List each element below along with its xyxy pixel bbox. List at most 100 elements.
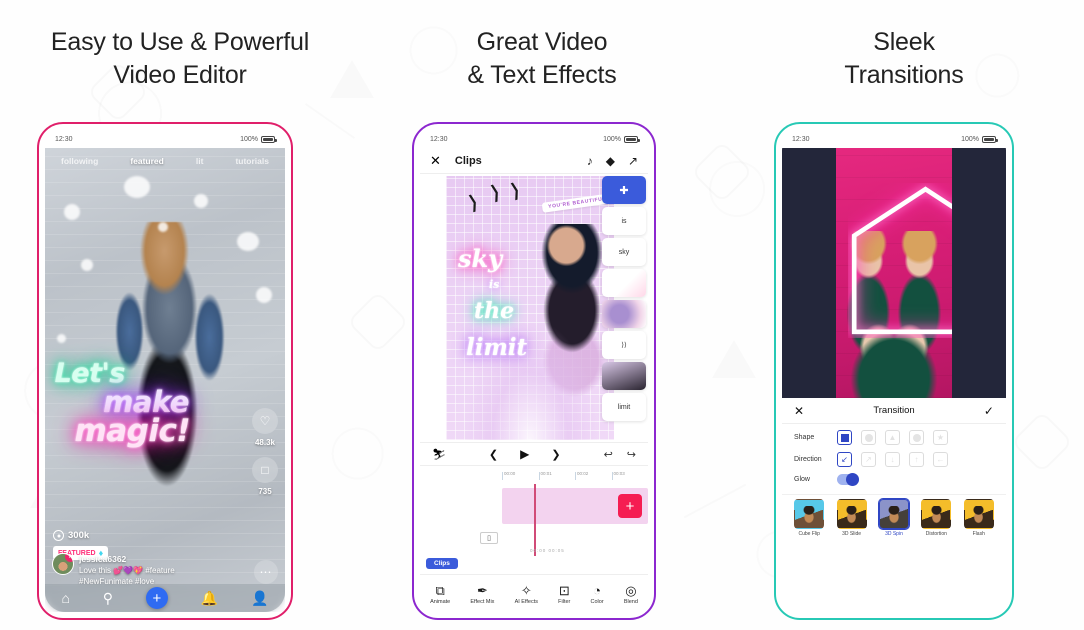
verified-star-icon: ★ [65, 553, 73, 562]
transition-settings-panel: ✕ Transition ✓ Shape ▲ ★ Direction ↙ ↗ ↓… [782, 398, 1006, 612]
glow-toggle[interactable] [837, 473, 859, 486]
feed-video-view[interactable]: following featured lit tutorials Let's m… [45, 148, 285, 612]
snow-particle [157, 222, 168, 233]
create-plus-button[interactable]: + [145, 587, 168, 609]
close-icon[interactable]: ✕ [794, 404, 804, 418]
home-icon[interactable]: ⌂ [61, 591, 69, 605]
layer-panel: ✚ is sky ⟩⟩ limit [602, 176, 646, 421]
add-clip-button[interactable]: + [618, 494, 642, 518]
ellipsis-icon[interactable]: ⋯ [254, 560, 278, 584]
fullscreen-icon[interactable]: ⛷ [432, 448, 446, 461]
like-count: 48.3k [254, 437, 276, 447]
music-note-icon[interactable]: ♪ [587, 154, 593, 168]
canvas-text-the[interactable]: the [474, 298, 514, 324]
preset-cube-flip[interactable]: Cube Flip [791, 499, 827, 537]
tool-animate[interactable]: ⧉ Animate [430, 584, 450, 605]
close-icon[interactable]: ✕ [430, 153, 441, 169]
tool-color[interactable]: ◔ Color [591, 584, 604, 605]
preset-label: 3D Spin [885, 531, 903, 537]
playhead[interactable] [534, 484, 536, 556]
profile-icon[interactable]: 👤 [251, 591, 268, 605]
preset-distortion[interactable]: Distortion [918, 499, 954, 537]
checkmark-icon[interactable]: ✓ [984, 404, 994, 418]
shape-dot-option[interactable] [909, 430, 924, 445]
editor-toolbar: ⧉ Animate ✒ Effect Mix ✧ AI Effects ⊡ Fi… [420, 574, 648, 612]
shape-star-option[interactable]: ★ [933, 430, 948, 445]
canvas-text-limit[interactable]: limit [466, 334, 527, 361]
timeline-ruler: 00:00 00:01 00:02 00:03 [502, 471, 648, 484]
layer-item[interactable] [602, 362, 646, 390]
layers-icon[interactable]: ◆ [606, 154, 615, 168]
editor-title: Clips [454, 154, 482, 167]
layer-item[interactable]: sky [602, 238, 646, 266]
status-bar-1: 12:30 100% [45, 130, 285, 148]
tab-tutorials[interactable]: tutorials [235, 156, 269, 166]
redo-icon[interactable]: ↪ [627, 448, 636, 461]
comment-block[interactable]: ★ jessica6362 Love this 💕💜💖 #feature #Ne… [52, 552, 245, 589]
tool-filter[interactable]: ⊡ Filter [558, 584, 570, 605]
comment-count: 735 [258, 486, 272, 496]
layer-item[interactable]: ⟩⟩ [602, 331, 646, 359]
direction-up-right-option[interactable]: ↗ [861, 452, 876, 467]
shape-circle-option[interactable] [861, 430, 876, 445]
preset-thumbnail [963, 499, 994, 529]
glow-label: Glow [794, 476, 810, 483]
export-icon[interactable]: ↗ [628, 154, 638, 168]
comment-username[interactable]: jessica6362 [79, 553, 175, 565]
tab-lit[interactable]: lit [196, 156, 204, 166]
timeline[interactable]: 00:00 00:01 00:02 00:03 + ▯ 00:00 00:05 … [420, 466, 648, 574]
bell-icon[interactable]: 🔔 [201, 591, 218, 605]
comment-text-group: jessica6362 Love this 💕💜💖 #feature #NewF… [79, 553, 175, 589]
tool-ai-effects[interactable]: ✧ AI Effects [515, 584, 538, 605]
transition-preview[interactable] [782, 148, 1006, 398]
next-icon[interactable]: ❯ [551, 448, 560, 461]
edit-canvas[interactable]: ⟩ ⟩ ⟩ YOU'RE BEAUTIFUL sky is the limit [446, 176, 614, 440]
tab-featured[interactable]: featured [130, 156, 164, 166]
direction-left-option[interactable]: ← [933, 452, 948, 467]
preset-thumbnail [878, 499, 909, 529]
preset-3d-spin[interactable]: 3D Spin [876, 499, 912, 537]
shape-triangle-option[interactable]: ▲ [885, 430, 900, 445]
comment-button[interactable]: □ [252, 456, 278, 483]
layer-item[interactable]: limit [602, 393, 646, 421]
status-right: 100% [961, 135, 998, 143]
like-button[interactable]: ♡ [252, 407, 278, 434]
shape-square-option[interactable] [837, 430, 852, 445]
avatar[interactable]: ★ [52, 552, 74, 575]
tag-button[interactable]: ▯ [480, 532, 498, 544]
layer-item[interactable] [602, 300, 646, 328]
ai-effects-icon: ✧ [520, 583, 532, 598]
status-time: 12:30 [55, 135, 73, 143]
tool-label: Animate [430, 599, 451, 605]
tab-following[interactable]: following [61, 156, 98, 166]
preset-thumbnail [794, 499, 825, 529]
direction-up-option[interactable]: ↑ [909, 452, 924, 467]
ruler-tick: 00:00 [502, 471, 539, 480]
add-layer-button[interactable]: ✚ [602, 176, 646, 204]
transition-panel-title: Transition [873, 405, 915, 416]
layer-item[interactable]: is [602, 207, 646, 235]
neon-text-line-3: magic! [74, 413, 191, 450]
phone-1-screen: 12:30 100% following featured lit tutori… [45, 130, 285, 612]
layer-item[interactable] [602, 269, 646, 297]
preset-3d-slide[interactable]: 3D Slide [834, 499, 870, 537]
undo-icon[interactable]: ↩ [604, 448, 613, 461]
editor-header: ✕ Clips ♪ ◆ ↗ [420, 148, 648, 174]
clips-chip[interactable]: Clips [426, 558, 458, 569]
direction-down-left-option[interactable]: ↙ [837, 452, 852, 467]
heading-line-2: Video Editor [113, 60, 247, 89]
phone-mockup-1: 12:30 100% following featured lit tutori… [37, 122, 293, 620]
canvas-text-sky[interactable]: sky [458, 244, 502, 273]
panel-1-heading: Easy to Use & Powerful Video Editor [0, 26, 360, 91]
tool-effect-mix[interactable]: ✒ Effect Mix [470, 584, 494, 605]
tool-blend[interactable]: ◎ Blend [624, 584, 638, 605]
status-right: 100% [603, 135, 640, 143]
search-icon[interactable]: ⚲ [103, 591, 113, 605]
preset-flash[interactable]: Flash [961, 499, 997, 537]
previous-icon[interactable]: ❮ [489, 448, 498, 461]
direction-down-option[interactable]: ↓ [885, 452, 900, 467]
play-icon[interactable]: ▶ [520, 447, 529, 461]
canvas-text-is[interactable]: is [489, 278, 499, 291]
panel-great-video: Great Video & Text Effects 12:30 100% ✕ … [362, 0, 722, 630]
shape-label: Shape [794, 434, 815, 441]
